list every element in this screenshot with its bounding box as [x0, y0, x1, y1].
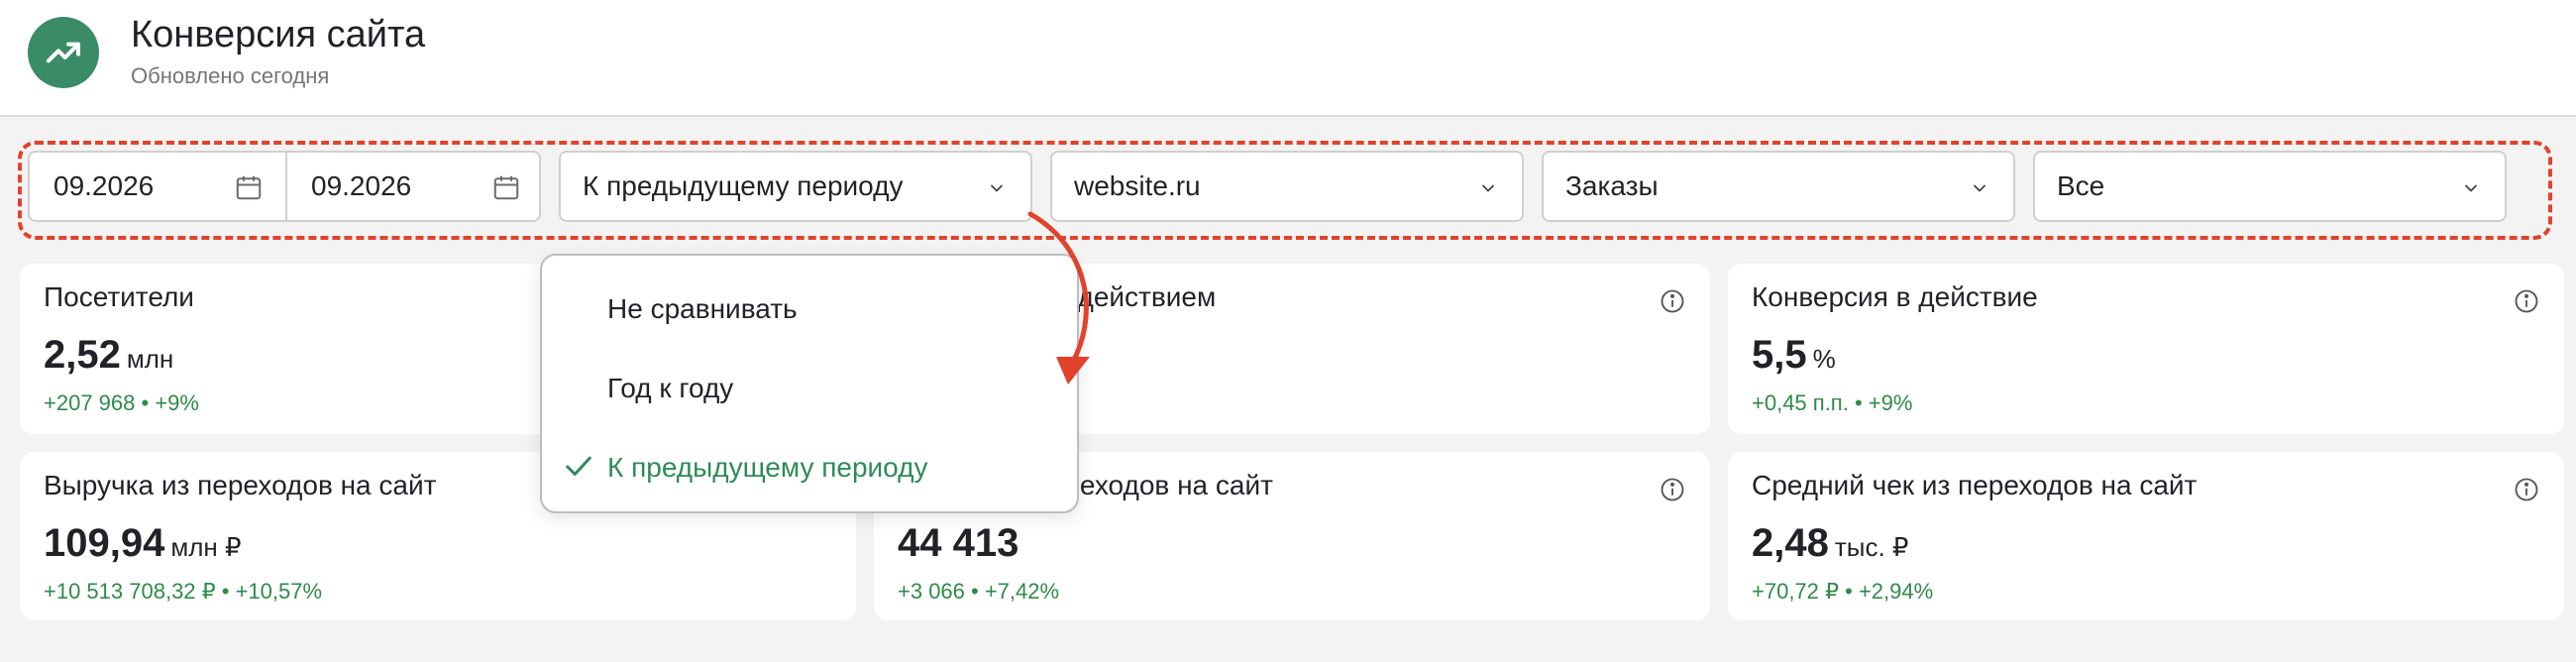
date-from-field[interactable]: 09.2026 [54, 153, 154, 220]
card-value: 2,48 тыс. ₽ [1752, 521, 1908, 566]
card-value-number: 44 413 [898, 521, 1020, 565]
card-value: 44 413 [898, 521, 1024, 566]
chevron-down-icon [991, 184, 1003, 192]
card-title: Выручка из переходов на сайт [44, 470, 437, 500]
card-value-number: 2,48 [1752, 521, 1829, 565]
card-value: 2,52 млн [44, 333, 173, 378]
menu-item-year-over-year[interactable]: Год к году [607, 373, 733, 404]
calendar-icon[interactable] [234, 172, 264, 202]
menu-item-previous-period[interactable]: К предыдущему периоду [607, 452, 927, 484]
card-delta: +0,45 п.п. • +9% [1752, 390, 1913, 415]
card-value-number: 109,94 [44, 521, 165, 565]
check-icon [566, 456, 591, 476]
annotation-arrow-icon [1027, 211, 1090, 385]
metric-select[interactable]: Заказы [1542, 151, 2015, 222]
info-icon[interactable] [1659, 287, 1686, 315]
compare-select-value: К предыдущему периоду [583, 170, 904, 201]
compare-select[interactable]: К предыдущему периоду [559, 151, 1032, 222]
chevron-down-icon [2465, 184, 2477, 192]
card-value-unit: млн [126, 344, 174, 374]
page-subtitle: Обновлено сегодня [131, 63, 330, 88]
info-icon[interactable] [1659, 476, 1686, 503]
card-delta: +70,72 ₽ • +2,94% [1752, 579, 1934, 604]
chevron-down-icon [1974, 184, 1986, 192]
site-select[interactable]: website.ru [1050, 151, 1524, 222]
date-divider [285, 153, 287, 220]
card-value-number: 2,52 [44, 333, 121, 377]
metric-card-conversion: Конверсия в действие 5,5% +0,45 п.п. • +… [1728, 264, 2564, 434]
metric-select-value: Заказы [1565, 170, 1659, 201]
info-icon[interactable] [2513, 287, 2540, 315]
card-title: Средний чек из переходов на сайт [1752, 470, 2198, 500]
card-title: Посетители [44, 281, 194, 312]
card-title: Конверсия в действие [1752, 281, 2038, 312]
date-to-field[interactable]: 09.2026 [311, 153, 411, 220]
site-select-value: website.ru [1074, 170, 1201, 201]
chevron-down-icon [1482, 184, 1494, 192]
segment-select[interactable]: Все [2033, 151, 2507, 222]
page-header: Конверсия сайта Обновлено сегодня [0, 0, 2576, 117]
menu-item-no-compare[interactable]: Не сравнивать [607, 293, 798, 325]
info-icon[interactable] [2513, 476, 2540, 503]
trending-up-icon [28, 17, 99, 88]
compare-dropdown-menu: Не сравнивать Год к году К предыдущему п… [540, 254, 1079, 513]
card-delta: +207 968 • +9% [44, 390, 199, 415]
card-delta: +3 066 • +7,42% [898, 579, 1060, 604]
metric-card-average-check: Средний чек из переходов на сайт 2,48 тыс… [1728, 452, 2564, 620]
card-value: 109,94 млн ₽ [44, 521, 242, 566]
segment-select-value: Все [2057, 170, 2105, 201]
page-title: Конверсия сайта [131, 14, 426, 55]
card-value-unit: % [1812, 344, 1836, 374]
card-value-unit: млн ₽ [170, 532, 242, 562]
calendar-icon[interactable] [491, 172, 521, 202]
card-value: 5,5% [1752, 333, 1836, 378]
card-value-unit: тыс. ₽ [1834, 532, 1909, 562]
date-range-picker[interactable]: 09.2026 09.2026 [28, 151, 541, 222]
card-delta: +10 513 708,32 ₽ • +10,57% [44, 579, 323, 604]
card-value-number: 5,5 [1752, 333, 1807, 377]
